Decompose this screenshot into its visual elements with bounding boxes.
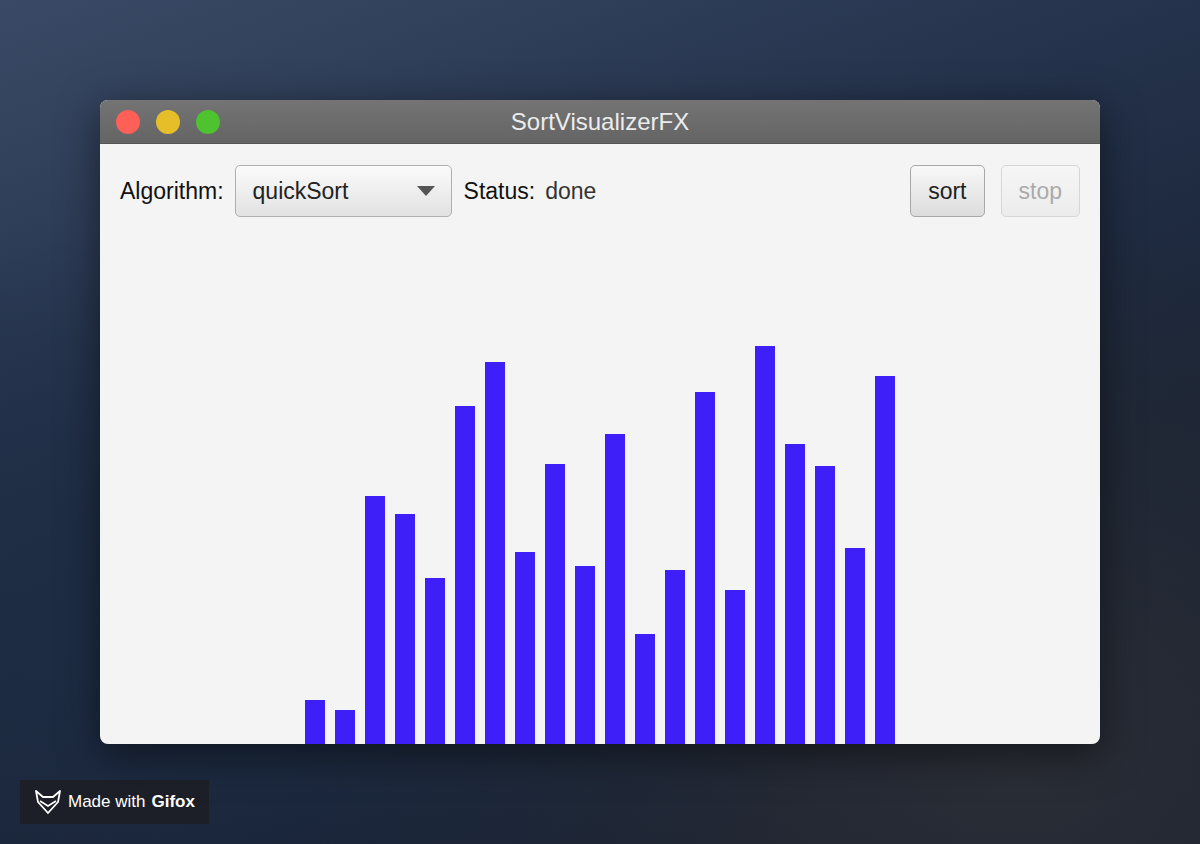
bar bbox=[725, 590, 745, 744]
app-window: SortVisualizerFX Algorithm: quickSort St… bbox=[100, 100, 1100, 744]
bar bbox=[755, 346, 775, 744]
bar bbox=[305, 700, 325, 744]
bar bbox=[335, 710, 355, 744]
bar bbox=[605, 434, 625, 744]
algorithm-label: Algorithm: bbox=[120, 178, 224, 205]
sort-button[interactable]: sort bbox=[910, 165, 984, 217]
status-label: Status: bbox=[464, 178, 536, 205]
algorithm-dropdown[interactable]: quickSort bbox=[235, 165, 452, 217]
bar bbox=[785, 444, 805, 744]
bar bbox=[485, 362, 505, 744]
bar bbox=[635, 634, 655, 744]
bar bbox=[845, 548, 865, 744]
toolbar: Algorithm: quickSort Status: done sortst… bbox=[100, 144, 1100, 217]
desktop: SortVisualizerFX Algorithm: quickSort St… bbox=[0, 0, 1200, 844]
bar bbox=[395, 514, 415, 744]
bar bbox=[515, 552, 535, 744]
minimize-button[interactable] bbox=[156, 110, 180, 134]
bar bbox=[545, 464, 565, 744]
bar bbox=[875, 376, 895, 744]
bar bbox=[425, 578, 445, 744]
bar bbox=[665, 570, 685, 744]
bar bbox=[695, 392, 715, 744]
title-bar[interactable]: SortVisualizerFX bbox=[100, 100, 1100, 144]
bar bbox=[815, 466, 835, 744]
status-value: done bbox=[545, 178, 596, 205]
watermark: Made with Gifox bbox=[20, 780, 209, 824]
close-button[interactable] bbox=[116, 110, 140, 134]
zoom-button[interactable] bbox=[196, 110, 220, 134]
fox-icon bbox=[34, 789, 62, 815]
dropdown-arrow-icon bbox=[417, 186, 435, 196]
bar bbox=[365, 496, 385, 744]
window-title: SortVisualizerFX bbox=[511, 108, 689, 136]
bar bbox=[455, 406, 475, 744]
bar bbox=[575, 566, 595, 744]
stop-button[interactable]: stop bbox=[1001, 165, 1080, 217]
bar-chart bbox=[100, 217, 1100, 744]
